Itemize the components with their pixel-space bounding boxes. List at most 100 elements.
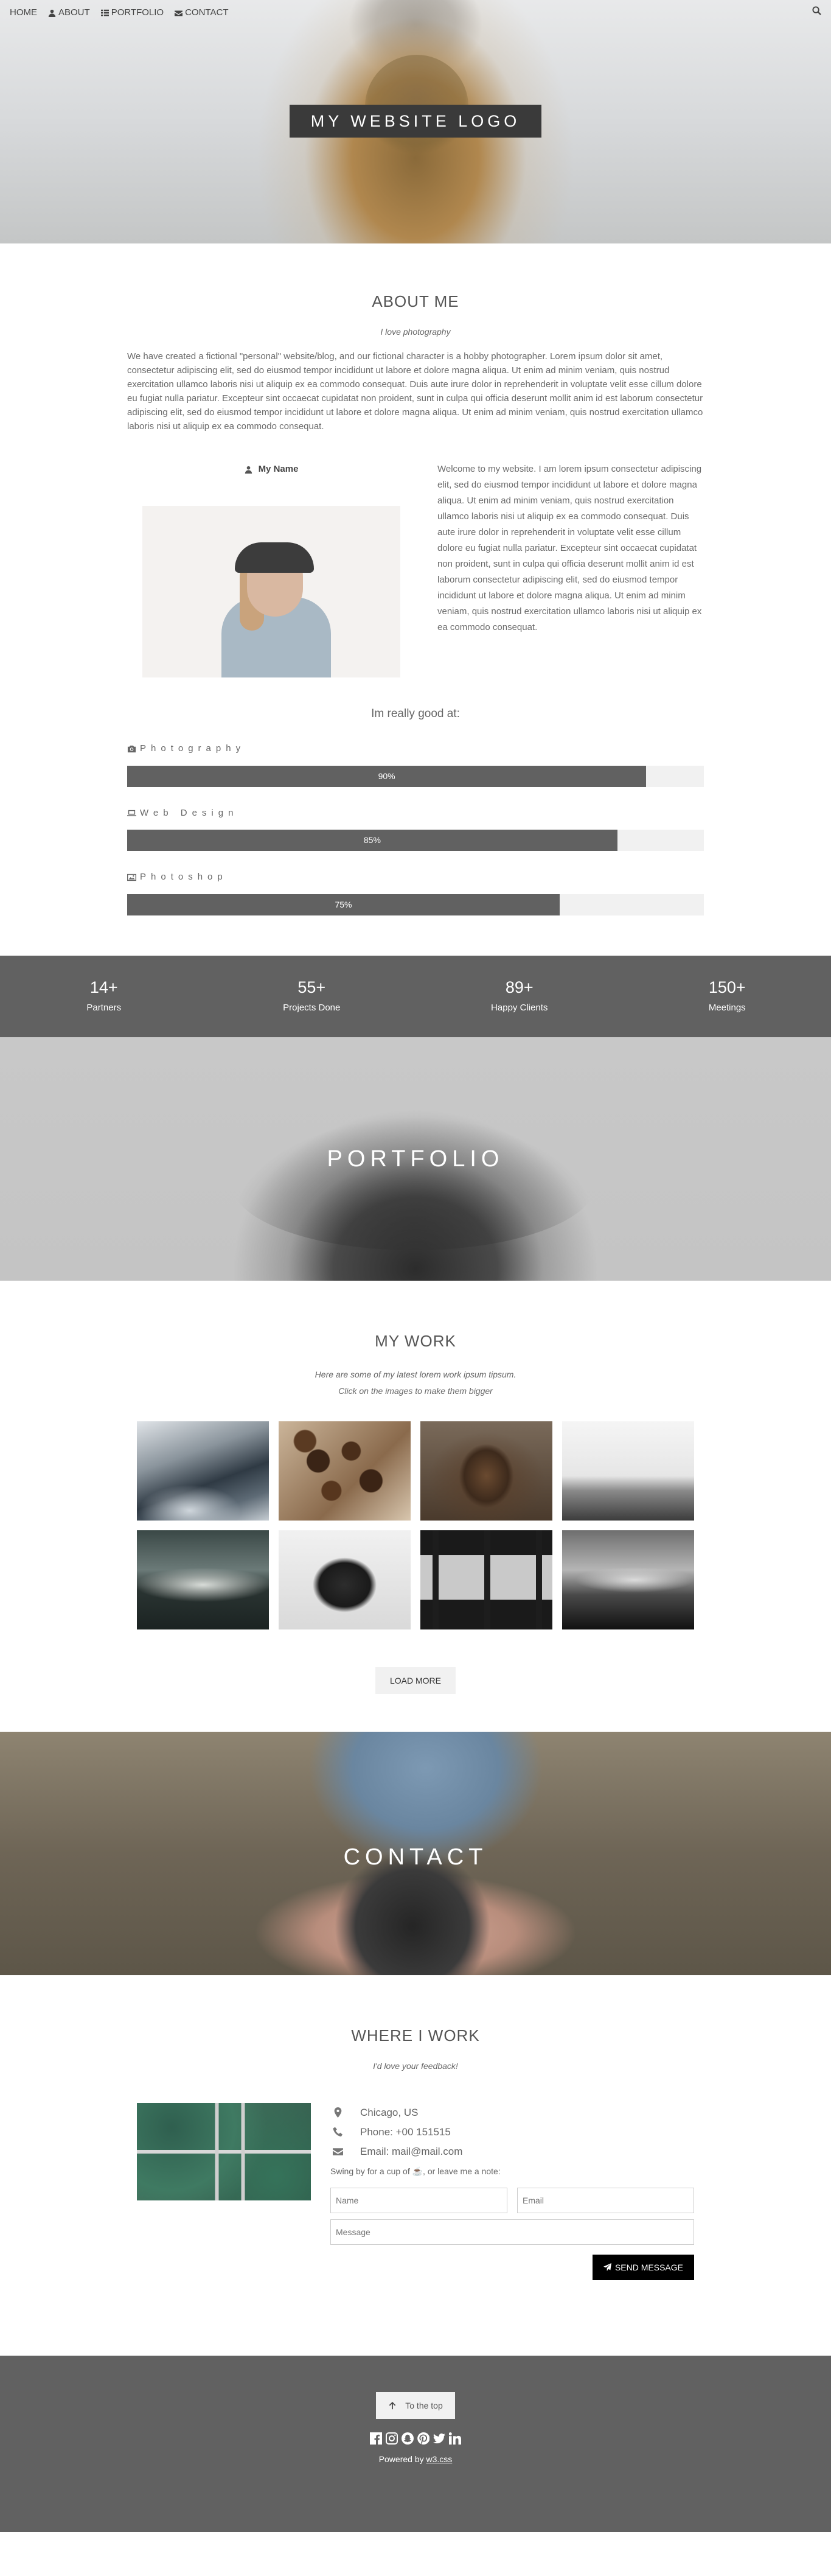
envelope-icon (175, 10, 183, 16)
twitter-icon[interactable] (433, 2432, 445, 2445)
my-work-section: MY WORK Here are some of my latest lorem… (0, 1281, 831, 1694)
contact-info: Chicago, US Phone: +00 151515 Email: mai… (330, 2103, 694, 2280)
about-profile: My Name Welcome to my website. I am lore… (127, 461, 704, 677)
envelope-icon (333, 2148, 343, 2155)
facebook-icon[interactable] (370, 2432, 382, 2445)
skill-photoshop-name: Photoshop (140, 872, 228, 882)
nav-contact-label: CONTACT (185, 7, 229, 18)
contact-banner-title: CONTACT (343, 1844, 488, 1870)
skill-photography-bar: 90% (127, 765, 704, 787)
profile-column: My Name (127, 461, 415, 677)
top-nav: HOME ABOUT PORTFOLIO CONTACT (0, 0, 831, 26)
stat-projects-label: Projects Done (283, 1003, 341, 1013)
user-icon (48, 9, 56, 17)
contact-banner: CONTACT (0, 1731, 831, 1975)
name-email-row (330, 2187, 694, 2213)
search-icon (812, 6, 821, 15)
stat-clients-num: 89+ (505, 978, 534, 997)
swing-by-text: Swing by for a cup of ☕, or leave me a n… (330, 2166, 501, 2176)
message-input[interactable] (330, 2219, 694, 2245)
stat-projects-num: 55+ (297, 978, 326, 997)
stat-meetings-label: Meetings (708, 1003, 746, 1013)
footer: To the top Powered by w3.css (0, 2355, 831, 2532)
my-work-subtitle: Here are some of my latest lorem work ip… (0, 1367, 831, 1399)
gallery-image-foggy-forest[interactable] (137, 1530, 269, 1629)
location-map-image (137, 2102, 311, 2200)
email-text: Email: mail@mail.com (360, 2145, 463, 2157)
portfolio-banner-photo (231, 1116, 596, 1250)
w3css-link[interactable]: w3.css (426, 2454, 453, 2464)
nav-home[interactable]: HOME (5, 6, 43, 20)
photo-icon (127, 873, 136, 881)
search-button[interactable] (812, 6, 821, 20)
pinterest-icon[interactable] (417, 2432, 429, 2445)
phone-icon (333, 2127, 342, 2137)
portfolio-banner-title: PORTFOLIO (327, 1146, 504, 1172)
laptop-icon (127, 810, 136, 816)
map-marker-icon (334, 2107, 342, 2118)
nav-contact[interactable]: CONTACT (170, 6, 234, 20)
to-the-top-label: To the top (405, 2400, 443, 2410)
stat-meetings-num: 150+ (708, 978, 746, 997)
skill-photography-fill: 90% (127, 765, 647, 787)
gallery-image-misty-sea[interactable] (562, 1421, 694, 1521)
where-i-work-section: WHERE I WORK I'd love your feedback! Chi… (0, 1975, 831, 2280)
stat-partners: 14+ Partners (0, 956, 208, 1037)
load-more-wrap: LOAD MORE (0, 1667, 831, 1694)
skill-photoshop-label: Photoshop (127, 870, 704, 884)
profile-photo (142, 505, 400, 677)
nav-portfolio[interactable]: PORTFOLIO (96, 6, 170, 20)
stat-partners-num: 14+ (89, 978, 118, 997)
where-subtitle: I'd love your feedback! (373, 2060, 458, 2071)
user-icon (245, 466, 252, 474)
stat-meetings: 150+ Meetings (624, 956, 831, 1037)
gallery-image-tram-windows[interactable] (420, 1530, 552, 1629)
stat-projects: 55+ Projects Done (208, 956, 416, 1037)
name-input[interactable] (330, 2187, 507, 2213)
stat-partners-label: Partners (86, 1003, 122, 1013)
load-more-button[interactable]: LOAD MORE (375, 1667, 456, 1694)
instagram-icon[interactable] (386, 2432, 398, 2445)
camera-icon (127, 745, 136, 752)
skill-webdesign-label: Web Design (127, 807, 704, 821)
send-message-button[interactable]: SEND MESSAGE (592, 2254, 694, 2280)
my-work-subtitle-line1: Here are some of my latest lorem work ip… (315, 1369, 516, 1379)
profile-name-label: My Name (258, 464, 299, 474)
skills-heading: Im really good at: (371, 707, 460, 720)
profile-name: My Name (245, 463, 299, 477)
stats-band: 14+ Partners 55+ Projects Done 89+ Happy… (0, 955, 831, 1037)
my-work-title: MY WORK (375, 1331, 456, 1350)
arrow-up-icon (389, 2401, 396, 2409)
hero-banner: MY WEBSITE LOGO (0, 0, 831, 243)
snapchat-icon[interactable] (402, 2432, 414, 2445)
email-input[interactable] (517, 2187, 694, 2213)
gallery-image-mountains[interactable] (137, 1421, 269, 1521)
about-subtitle: I love photography (380, 327, 451, 337)
nav-about-label: ABOUT (58, 7, 90, 18)
email-line: Email: mail@mail.com (330, 2142, 694, 2161)
site-logo: MY WEBSITE LOGO (290, 105, 541, 138)
contact-row: Chicago, US Phone: +00 151515 Email: mai… (137, 2102, 694, 2280)
about-section: ABOUT ME I love photography We have crea… (127, 243, 704, 915)
stat-clients: 89+ Happy Clients (415, 956, 624, 1037)
skill-photography-name: Photography (140, 743, 246, 754)
nav-about[interactable]: ABOUT (43, 6, 96, 20)
portfolio-gallery (137, 1421, 694, 1629)
gallery-image-coffee[interactable] (279, 1421, 411, 1521)
gallery-image-lake-mist[interactable] (562, 1530, 694, 1629)
paper-plane-icon (603, 2263, 611, 2271)
gallery-image-bear[interactable] (420, 1421, 552, 1521)
phone-text: Phone: +00 151515 (360, 2126, 451, 2138)
skill-photoshop-bar: 75% (127, 894, 704, 915)
linkedin-icon[interactable] (449, 2432, 461, 2445)
phone-line: Phone: +00 151515 (330, 2123, 694, 2142)
location-text: Chicago, US (360, 2106, 419, 2118)
to-the-top-button[interactable]: To the top (376, 2392, 455, 2419)
send-message-label: SEND MESSAGE (614, 2262, 683, 2272)
skill-webdesign-fill: 85% (127, 830, 617, 851)
nav-home-label: HOME (10, 7, 37, 18)
skill-photography-label: Photography (127, 742, 704, 756)
skill-photoshop-fill: 75% (127, 894, 560, 915)
about-paragraph: We have created a fictional "personal" w… (127, 351, 703, 432)
gallery-image-typewriter[interactable] (279, 1530, 411, 1629)
